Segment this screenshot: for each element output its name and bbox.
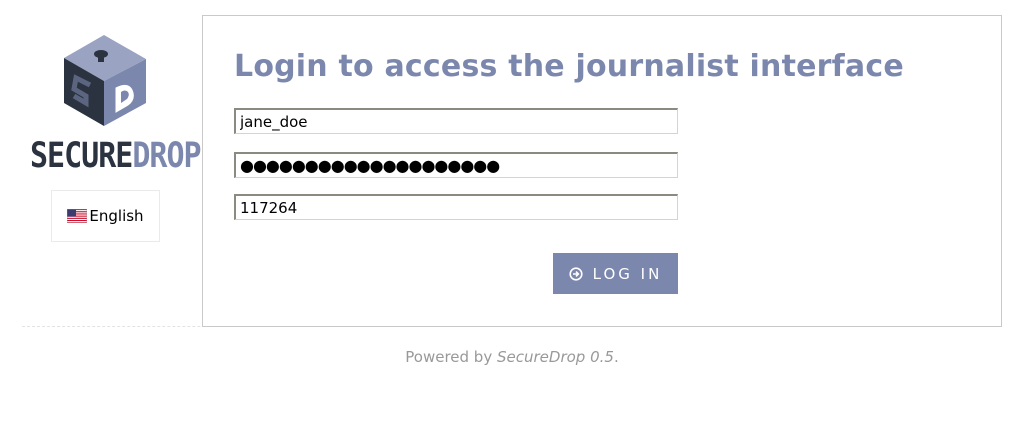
- arrow-circle-right-icon: [569, 266, 583, 281]
- securedrop-cube-icon: [64, 35, 146, 126]
- username-input[interactable]: [234, 108, 678, 134]
- login-panel: Login to access the journalist interface…: [202, 15, 1002, 327]
- two-factor-code-input[interactable]: [234, 194, 678, 220]
- page-title: Login to access the journalist interface: [234, 49, 904, 84]
- footer: Powered by SecureDrop 0.5.: [0, 348, 1024, 366]
- password-input[interactable]: [234, 152, 678, 178]
- login-button-label: LOG IN: [592, 264, 663, 283]
- footer-suffix: .: [613, 348, 619, 366]
- footer-prefix: Powered by: [405, 348, 493, 366]
- language-label: English: [89, 207, 144, 225]
- footer-product: SecureDrop 0.5: [497, 348, 614, 366]
- securedrop-logo: [28, 33, 184, 133]
- wordmark-drop: DROP: [132, 136, 201, 177]
- us-flag-icon: [67, 209, 88, 223]
- login-button[interactable]: LOG IN: [553, 253, 678, 294]
- wordmark-secure: SECURE: [30, 136, 133, 177]
- securedrop-wordmark: SECUREDROP: [30, 135, 202, 179]
- language-selector[interactable]: English: [51, 190, 160, 242]
